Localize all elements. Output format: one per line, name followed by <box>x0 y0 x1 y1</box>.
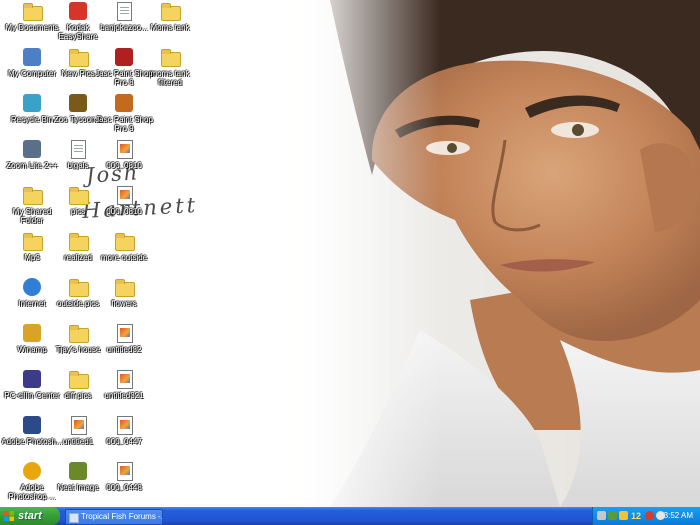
desktop-icon[interactable]: 000_0810 <box>99 186 149 232</box>
desktop-icon[interactable]: more outside <box>99 232 149 278</box>
neat-image-icon <box>68 462 88 482</box>
paint-shop-pro-icon <box>114 48 134 68</box>
folder-icon <box>160 48 181 68</box>
internet-explorer-icon <box>22 278 42 298</box>
record-icon[interactable] <box>645 511 654 520</box>
taskbar: start Tropical Fish Forums -... 12 3:52 … <box>0 507 700 525</box>
desktop-icon-label: more outside <box>100 253 148 262</box>
folder-icon <box>68 370 89 390</box>
desktop[interactable]: Josh Hartnett My Documents Kodak EasyShar… <box>0 0 700 507</box>
pc-cillin-icon <box>22 370 42 390</box>
desktop-icon-label: untitled321 <box>104 391 144 400</box>
document-icon <box>114 2 134 22</box>
image-file-icon <box>114 186 134 206</box>
folder-icon <box>68 232 89 252</box>
folder-icon <box>114 232 135 252</box>
desktop-icon-label: 000_0448 <box>106 483 142 492</box>
zoom-lite-icon <box>22 140 42 160</box>
folder-icon <box>114 278 135 298</box>
desktop-icon[interactable]: 000_0810 <box>99 140 149 186</box>
desktop-icon-label: untitled32 <box>106 345 142 354</box>
my-computer-icon <box>22 48 42 68</box>
folder-icon <box>68 186 89 206</box>
recycle-bin-icon <box>22 94 42 114</box>
clock[interactable]: 3:52 AM <box>664 507 693 525</box>
desktop-icon[interactable]: Moms tank <box>145 2 195 48</box>
image-file-icon <box>114 416 134 436</box>
document-icon <box>68 140 88 160</box>
desktop-icon-label: 000_0810 <box>106 161 142 170</box>
antivirus-icon[interactable] <box>608 511 617 520</box>
desktop-icon[interactable]: Jasc Paint Shop Pro 9 <box>95 94 153 140</box>
adobe-photoshop-album-icon <box>22 462 42 482</box>
desktop-icon[interactable]: 000_0447 <box>99 416 149 462</box>
image-file-icon <box>114 324 134 344</box>
image-file-icon <box>114 140 134 160</box>
desktop-icon-label: Jasc Paint Shop Pro 9 <box>95 115 153 133</box>
desktop-icon-label: 000_0810 <box>106 207 142 216</box>
paint-shop-pro-icon <box>114 94 134 114</box>
folder-icon <box>68 324 89 344</box>
start-button[interactable]: start <box>0 507 60 525</box>
desktop-icon[interactable]: moms tank filtered <box>145 48 195 94</box>
desktop-icon[interactable]: 000_0448 <box>99 462 149 507</box>
taskbar-item-label: Tropical Fish Forums -... <box>81 512 163 521</box>
image-file-icon <box>114 462 134 482</box>
desktop-icon[interactable]: untitled321 <box>99 370 149 416</box>
desktop-icon[interactable]: flowers <box>99 278 149 324</box>
taskbar-item-tropical-fish-forums[interactable]: Tropical Fish Forums -... <box>65 509 163 525</box>
zoo-tycoon-icon <box>68 94 88 114</box>
desktop-icon-label: flowers <box>111 299 137 308</box>
system-tray: 12 3:52 AM <box>592 507 700 525</box>
folder-icon <box>68 48 89 68</box>
browser-window-icon <box>69 513 79 523</box>
tray-badge-number[interactable]: 12 <box>631 509 641 523</box>
desktop-icon[interactable]: untitled32 <box>99 324 149 370</box>
start-label: start <box>18 510 42 522</box>
my-documents-icon <box>22 2 43 22</box>
adobe-photoshop-icon <box>22 416 42 436</box>
windows-flag-icon <box>4 511 14 521</box>
shared-folder-icon <box>22 186 43 206</box>
folder-icon <box>68 278 89 298</box>
winamp-icon <box>22 324 42 344</box>
desktop-icon-label: 000_0447 <box>106 437 142 446</box>
desktop-icon-label: moms tank filtered <box>150 69 190 87</box>
folder-icon <box>160 2 181 22</box>
folder-icon <box>22 232 43 252</box>
network-icon[interactable] <box>597 511 606 520</box>
image-file-icon <box>68 416 88 436</box>
desktop-icon-label: Moms tank <box>150 23 190 32</box>
kodak-easyshare-icon <box>68 2 88 22</box>
warning-icon[interactable] <box>619 511 628 520</box>
image-file-icon <box>114 370 134 390</box>
